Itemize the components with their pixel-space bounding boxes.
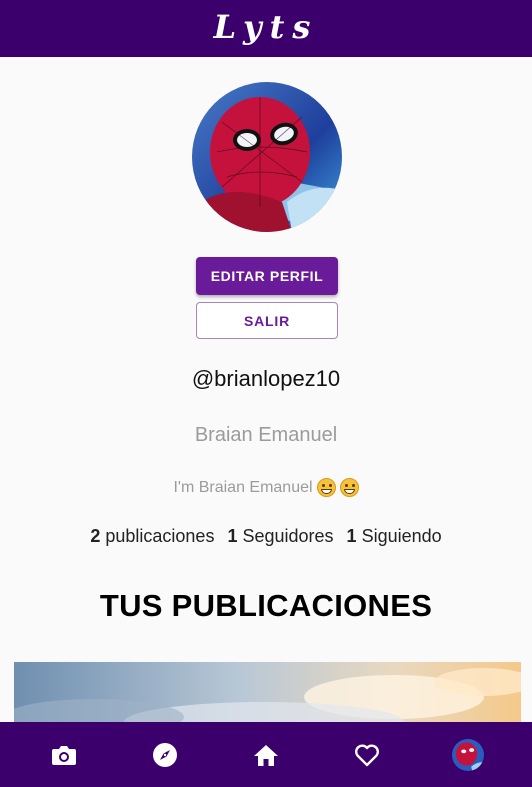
following-count: 1 xyxy=(346,526,357,546)
grinning-face-emoji-icon xyxy=(339,478,359,497)
profile-bio: I'm Braian Emanuel xyxy=(0,478,532,497)
followers-count: 1 xyxy=(227,526,238,546)
bio-text: I'm Braian Emanuel xyxy=(173,478,313,496)
following-label: Siguiendo xyxy=(361,526,442,546)
grinning-face-emoji-icon xyxy=(316,478,336,497)
compass-icon[interactable] xyxy=(145,735,185,775)
top-app-bar: Lyts xyxy=(0,0,532,57)
stat-followers[interactable]: 1 Seguidores xyxy=(227,526,333,547)
posts-count: 2 xyxy=(90,526,101,546)
avatar xyxy=(451,738,484,771)
logout-button[interactable]: SALIR xyxy=(196,302,338,339)
profile-avatar[interactable] xyxy=(192,82,342,232)
bottom-navigation xyxy=(0,722,532,787)
profile-avatar-nav[interactable] xyxy=(448,735,488,775)
stat-following[interactable]: 1 Siguiendo xyxy=(347,526,442,547)
home-icon[interactable] xyxy=(246,735,286,775)
profile-stats: 2 publicaciones 1 Seguidores 1 Siguiendo xyxy=(0,526,532,547)
posts-label: publicaciones xyxy=(105,526,215,546)
followers-label: Seguidores xyxy=(242,526,334,546)
profile-username: @brianlopez10 xyxy=(191,366,341,391)
app-logo[interactable]: Lyts xyxy=(214,8,319,46)
heart-icon[interactable] xyxy=(347,735,387,775)
edit-profile-button[interactable]: EDITAR PERFIL xyxy=(196,257,338,295)
profile-full-name: Braian Emanuel xyxy=(194,424,338,446)
section-title: TUS PUBLICACIONES xyxy=(99,588,433,623)
stat-posts: 2 publicaciones xyxy=(90,526,214,547)
camera-icon[interactable] xyxy=(44,735,84,775)
